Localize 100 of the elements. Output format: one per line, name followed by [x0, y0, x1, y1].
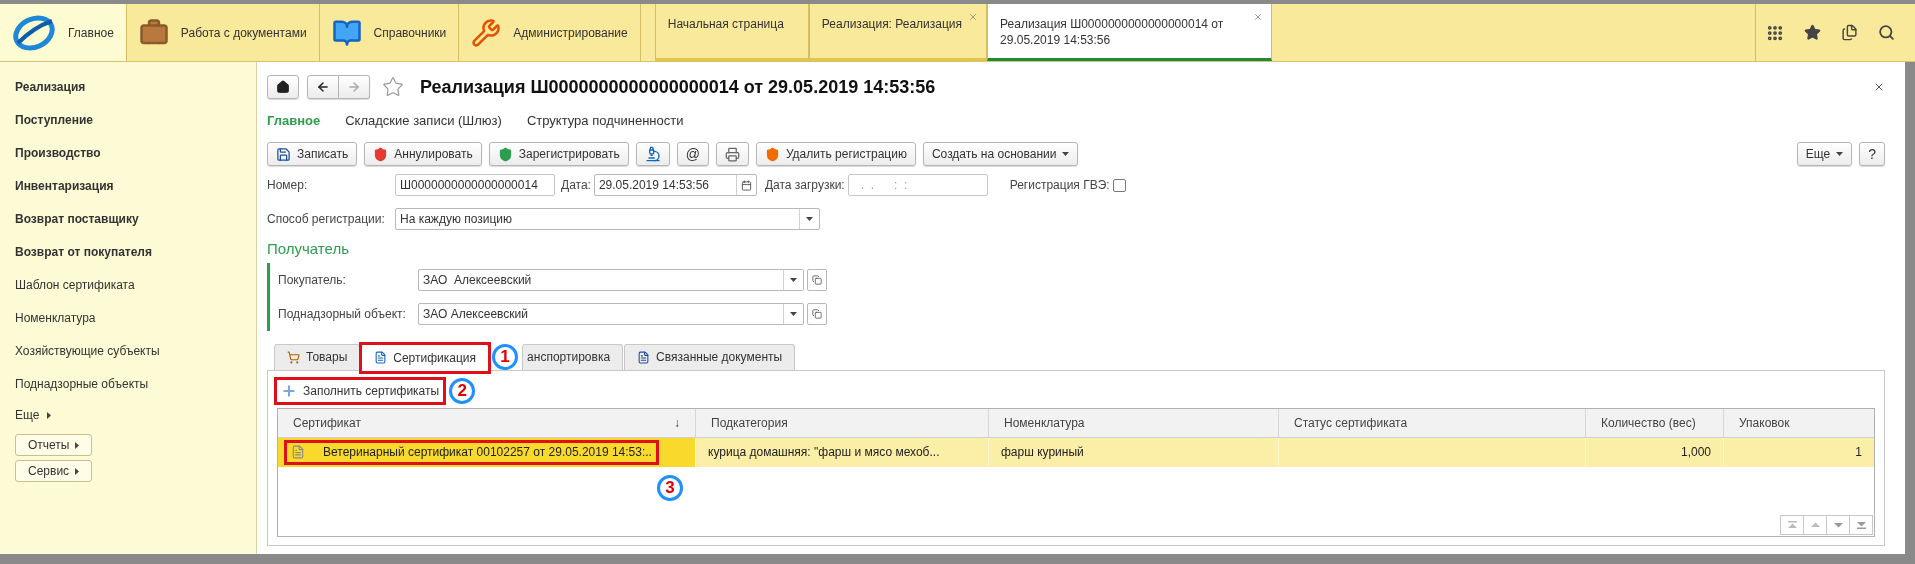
menu-button[interactable]: Отчеты — [15, 434, 93, 456]
open-button[interactable] — [807, 268, 827, 291]
section-title: Получатель — [267, 239, 349, 259]
printer-icon — [724, 146, 740, 162]
caret-icon — [47, 411, 52, 419]
window-tab[interactable]: Реализация Ш0000000000000000014 от 29.05.2019 14:53:56 — [987, 4, 1273, 61]
sort-indicator: ↓ — [674, 414, 680, 432]
menu-button[interactable]: Сервис — [15, 460, 93, 482]
column-header[interactable]: Количество (вес) — [1601, 413, 1696, 432]
shield-icon — [497, 146, 513, 162]
plus-icon — [281, 382, 297, 399]
sidebar-item[interactable]: Номенклатура — [15, 301, 96, 334]
field-label: Поднадзорный объект: — [278, 305, 407, 323]
toolbar-button[interactable]: Зарегистрировать — [488, 142, 629, 166]
number-field[interactable]: Ш0000000000000000014 — [395, 174, 555, 196]
sidebar-item[interactable]: Возврат от покупателя — [15, 235, 152, 268]
document-icon — [291, 445, 305, 459]
field-label: Покупатель: — [278, 271, 347, 289]
favorite-icon[interactable] — [382, 76, 404, 98]
table-cell-text: фарш куриный — [1001, 444, 1084, 461]
shield-icon — [373, 146, 389, 162]
select-field[interactable]: На каждую позицию — [395, 208, 820, 230]
field-label: Дата: — [561, 177, 591, 194]
table-cell-text: 1,000 — [1680, 444, 1711, 461]
sidebar-item[interactable]: Поступление — [15, 103, 93, 136]
caret-icon — [1062, 152, 1070, 156]
shield-icon — [764, 146, 780, 162]
toolbar-button[interactable]: Удалить регистрацию — [755, 142, 916, 166]
home-icon — [276, 80, 290, 94]
toolbar-icon-button[interactable]: @ — [676, 142, 709, 166]
document-icon — [637, 350, 651, 364]
close-icon[interactable] — [1873, 81, 1885, 93]
sidebar-item[interactable]: Шаблон сертификата — [15, 268, 135, 301]
select-field[interactable]: ЗАО Алексеевский — [418, 302, 804, 325]
save-icon — [276, 146, 291, 162]
back-button[interactable] — [307, 75, 339, 99]
select-field[interactable]: ЗАО Алексеевский — [418, 268, 804, 291]
tools-icon — [471, 17, 502, 48]
toolbar-button[interactable]: Аннулировать — [364, 142, 482, 166]
open-icon — [812, 274, 822, 285]
section-tab[interactable]: Главное — [0, 4, 127, 61]
toolbar-icon-button[interactable]: ? — [1859, 142, 1885, 166]
column-header[interactable]: Статус сертификата — [1294, 413, 1408, 432]
field-label: Способ регистрации: — [267, 211, 386, 228]
certificate-icon — [374, 351, 388, 364]
window-tab[interactable]: Начальная страница — [654, 4, 809, 61]
calendar-icon[interactable] — [740, 179, 752, 191]
checkbox[interactable] — [1112, 178, 1126, 192]
sidebar-item[interactable]: Производство — [15, 136, 101, 169]
form-nav-tab[interactable]: Структура подчиненности — [526, 111, 684, 131]
document-tab[interactable]: Товары — [274, 343, 361, 370]
callout-number: 1 — [492, 343, 519, 370]
caret-icon — [1836, 152, 1844, 156]
document-tab[interactable]: анспортировка — [522, 343, 624, 370]
table-cell-text: Ветеринарный сертификат 00102257 от 29.05.2019 14:53:.. — [323, 444, 652, 461]
date-field[interactable]: 29.05.2019 14:53:56 — [593, 174, 757, 196]
form-title: Реализация Ш0000000000000000014 от 29.05.2019 14:53:56 — [420, 75, 936, 99]
scroll-button[interactable] — [1849, 515, 1873, 535]
callout-number: 3 — [657, 474, 683, 501]
search-icon[interactable] — [1878, 24, 1895, 41]
toolbar-button[interactable]: Записать — [267, 142, 358, 166]
caret-icon — [75, 467, 80, 475]
table-cell-text: 1 — [1855, 444, 1862, 461]
more-link[interactable]: Еще — [15, 400, 52, 430]
open-button[interactable] — [807, 302, 827, 325]
dropdown-button[interactable]: Еще — [1796, 142, 1853, 166]
open-icon — [812, 308, 822, 319]
field-label: Дата загрузки: — [764, 177, 845, 194]
window-tab[interactable]: Реализация: Реализация — [808, 4, 988, 61]
dropdown-button[interactable]: Создать на основании — [922, 142, 1079, 166]
dropdown-icon — [790, 277, 797, 282]
table-cell-text: курица домашняя: "фарш и мясо мехоб... — [708, 444, 940, 461]
sidebar-item[interactable]: Возврат поставщику — [15, 202, 139, 235]
caret-icon — [75, 441, 80, 449]
down-icon — [1833, 521, 1843, 529]
apps-icon[interactable] — [1766, 23, 1784, 42]
cart-icon — [287, 350, 300, 364]
column-header[interactable]: Номенклатура — [1004, 413, 1085, 432]
form-nav-tab[interactable]: Складские записи (Шлюз) — [345, 111, 502, 131]
microscope-icon — [644, 146, 661, 162]
toolbar-icon-button[interactable] — [635, 142, 670, 166]
column-header[interactable]: Упаковок — [1739, 413, 1790, 432]
sidebar-item[interactable]: Инвентаризация — [15, 169, 114, 202]
home-button[interactable] — [267, 75, 299, 99]
field-label: Номер: — [267, 177, 309, 194]
star-icon[interactable] — [1804, 24, 1821, 41]
toolbar-icon-button[interactable] — [715, 142, 749, 166]
first-icon — [1787, 521, 1797, 529]
document-tab[interactable]: Связанные документы — [624, 343, 796, 370]
logo-icon — [12, 12, 56, 53]
up-icon — [1810, 521, 1820, 529]
column-header[interactable]: Сертификат — [293, 413, 361, 432]
last-icon — [1856, 521, 1866, 529]
callout-number: 2 — [449, 377, 476, 404]
sidebar-item[interactable]: Реализация — [15, 70, 86, 103]
sidebar-item[interactable]: Хозяйствующие субъекты — [15, 334, 160, 367]
scroll-button[interactable] — [1826, 515, 1850, 535]
sidebar-item[interactable]: Поднадзорные объекты — [15, 367, 149, 400]
column-header[interactable]: Подкатегория — [711, 413, 788, 432]
dropdown-icon — [790, 311, 797, 316]
